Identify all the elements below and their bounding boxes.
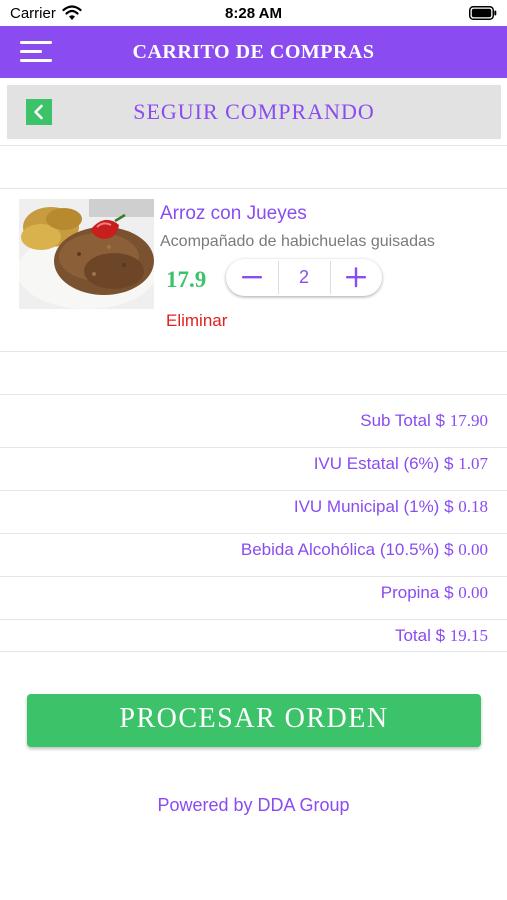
plus-icon — [346, 267, 366, 288]
powered-by-footer: Powered by DDA Group — [157, 795, 350, 815]
battery-icon — [469, 6, 497, 20]
total-value: 19.15 — [449, 626, 488, 645]
subtotal-row: Sub Total $ 17.90 — [0, 400, 507, 442]
minus-icon — [242, 276, 262, 279]
divider — [0, 145, 507, 146]
ivu-municipal-value: 0.18 — [458, 497, 488, 516]
decrease-quantity-button[interactable] — [226, 259, 278, 296]
seguir-comprando-label: SEGUIR COMPRANDO — [133, 99, 375, 124]
procesar-orden-label: PROCESAR ORDEN — [119, 703, 389, 734]
ivu-estatal-label: IVU Estatal (6%) $ — [313, 454, 459, 473]
propina-value: 0.00 — [458, 583, 488, 602]
divider — [0, 651, 507, 652]
seguir-comprando-button[interactable]: SEGUIR COMPRANDO — [7, 85, 501, 139]
product-image — [19, 199, 154, 309]
divider — [0, 351, 507, 352]
ivu-estatal-row: IVU Estatal (6%) $ 1.07 — [0, 443, 507, 485]
quantity-value: 2 — [298, 267, 309, 287]
increase-quantity-button[interactable] — [330, 259, 382, 296]
product-price: 17.9 — [166, 267, 207, 292]
propina-label: Propina $ — [380, 583, 459, 602]
status-bar: Carrier 8:28 AM — [0, 0, 507, 26]
procesar-orden-button[interactable]: PROCESAR ORDEN — [27, 694, 481, 747]
subtotal-value: 17.90 — [449, 411, 488, 430]
ivu-municipal-label: IVU Municipal (1%) $ — [293, 497, 459, 516]
product-description: Acompañado de habichuelas guisadas — [160, 233, 435, 250]
clock: 8:28 AM — [225, 5, 282, 22]
remove-item-button[interactable]: Eliminar — [166, 311, 227, 331]
bebida-label: Bebida Alcohólica (10.5%) $ — [240, 540, 459, 559]
bebida-row: Bebida Alcohólica (10.5%) $ 0.00 — [0, 529, 507, 571]
ivu-municipal-row: IVU Municipal (1%) $ 0.18 — [0, 486, 507, 528]
quantity-stepper: 2 — [226, 259, 382, 296]
page-title: CARRITO DE COMPRAS — [132, 41, 375, 63]
nav-bar: CARRITO DE COMPRAS — [0, 26, 507, 78]
ivu-estatal-value: 1.07 — [458, 454, 488, 473]
product-name: Arroz con Jueyes — [160, 203, 307, 224]
propina-row: Propina $ 0.00 — [0, 572, 507, 614]
bebida-value: 0.00 — [458, 540, 488, 559]
subtotal-label: Sub Total $ — [360, 411, 450, 430]
divider — [0, 394, 507, 395]
total-label: Total $ — [394, 626, 450, 645]
divider — [0, 188, 507, 189]
